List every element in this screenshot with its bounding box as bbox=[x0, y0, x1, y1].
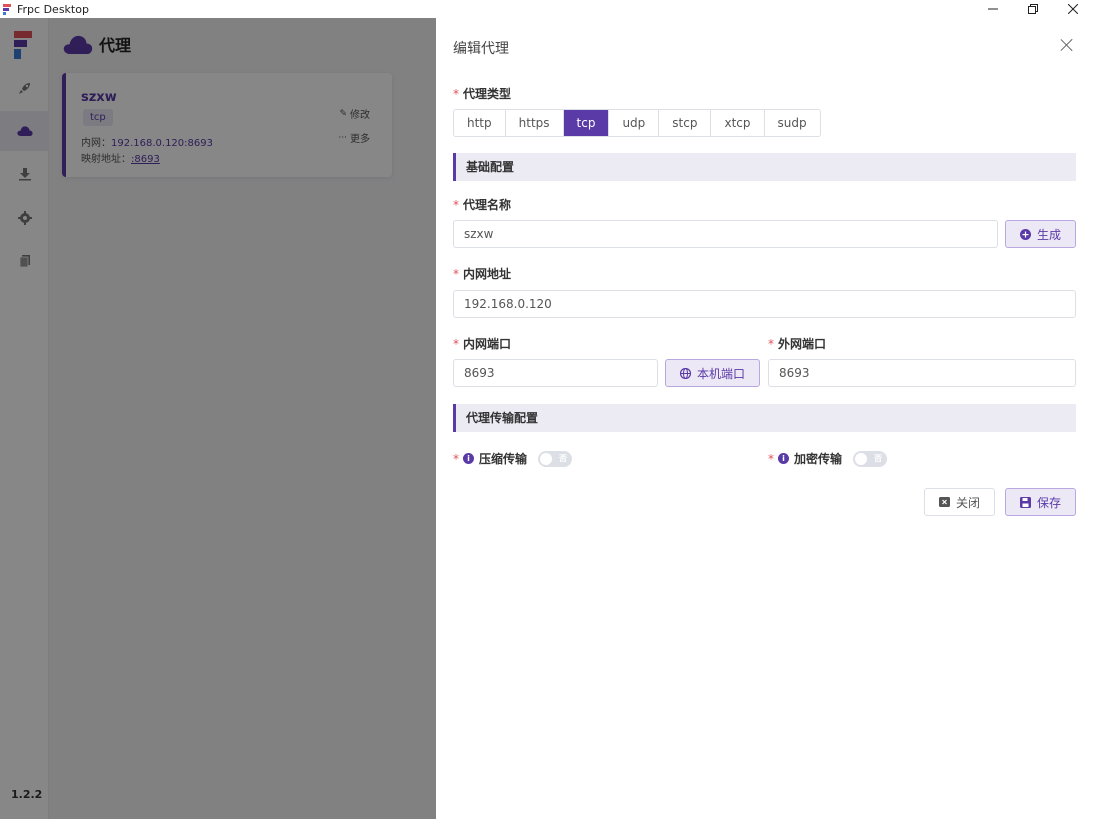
local-port-button[interactable]: 本机端口 bbox=[665, 359, 760, 387]
encrypt-row: * i 加密传输 否 bbox=[768, 450, 888, 467]
info-icon: i bbox=[463, 453, 474, 464]
proxy-name-label-text: 代理名称 bbox=[463, 198, 512, 212]
plus-circle-icon bbox=[1019, 228, 1031, 240]
remote-port-label-text: 外网端口 bbox=[778, 337, 827, 351]
close-button[interactable]: 关闭 bbox=[924, 488, 995, 516]
required-mark: * bbox=[453, 198, 459, 212]
type-option-xtcp[interactable]: xtcp bbox=[711, 110, 765, 136]
minimize-icon[interactable] bbox=[973, 0, 1013, 18]
local-port-button-label: 本机端口 bbox=[696, 366, 745, 381]
type-option-sudp[interactable]: sudp bbox=[764, 110, 820, 136]
section-transport-config: 代理传输配置 bbox=[453, 404, 1076, 432]
local-ip-label: * 内网地址 bbox=[453, 265, 511, 282]
edit-proxy-drawer: 编辑代理 * 代理类型 http https tcp udp stcp xtcp … bbox=[436, 18, 1093, 819]
remote-port-input[interactable]: 8693 bbox=[768, 359, 1076, 387]
close-box-icon bbox=[938, 497, 950, 507]
type-option-http[interactable]: http bbox=[454, 110, 506, 136]
window-title: Frpc Desktop bbox=[17, 2, 89, 16]
modal-overlay[interactable] bbox=[0, 18, 436, 819]
type-option-https[interactable]: https bbox=[505, 110, 564, 136]
switch-knob bbox=[540, 452, 553, 465]
switch-off-text: 否 bbox=[874, 453, 883, 463]
local-port-input[interactable]: 8693 bbox=[453, 359, 658, 387]
type-option-stcp[interactable]: stcp bbox=[659, 110, 712, 136]
compress-row: * i 压缩传输 否 bbox=[453, 450, 573, 467]
local-ip-label-text: 内网地址 bbox=[463, 267, 512, 281]
compress-label: 压缩传输 bbox=[479, 452, 528, 466]
required-mark: * bbox=[453, 451, 459, 466]
compress-switch[interactable]: 否 bbox=[538, 450, 573, 467]
drawer-title: 编辑代理 bbox=[453, 41, 509, 57]
encrypt-label: 加密传输 bbox=[794, 452, 843, 466]
section-basic-config: 基础配置 bbox=[453, 153, 1076, 181]
generate-label: 生成 bbox=[1036, 227, 1061, 242]
type-option-tcp[interactable]: tcp bbox=[563, 110, 610, 136]
close-button-label: 关闭 bbox=[955, 495, 980, 510]
globe-icon bbox=[679, 367, 691, 379]
switch-knob bbox=[855, 452, 868, 465]
remote-port-label: * 外网端口 bbox=[768, 335, 826, 352]
info-icon: i bbox=[778, 453, 789, 464]
proxy-type-label-text: 代理类型 bbox=[463, 87, 512, 101]
local-ip-input[interactable]: 192.168.0.120 bbox=[453, 290, 1076, 318]
required-mark: * bbox=[453, 337, 459, 351]
window-controls bbox=[973, 0, 1093, 18]
local-port-label-text: 内网端口 bbox=[463, 337, 512, 351]
generate-button[interactable]: 生成 bbox=[1005, 220, 1076, 248]
restore-icon[interactable] bbox=[1013, 0, 1053, 18]
required-mark: * bbox=[768, 451, 774, 466]
type-option-udp[interactable]: udp bbox=[609, 110, 660, 136]
required-mark: * bbox=[453, 267, 459, 281]
proxy-name-input[interactable]: szxw bbox=[453, 220, 998, 248]
app-logo-icon bbox=[2, 3, 13, 15]
required-mark: * bbox=[453, 87, 459, 101]
title-bar: Frpc Desktop bbox=[0, 0, 1093, 18]
close-icon[interactable] bbox=[1059, 37, 1075, 53]
save-button[interactable]: 保存 bbox=[1005, 488, 1076, 516]
proxy-name-label: * 代理名称 bbox=[453, 196, 511, 213]
save-icon bbox=[1019, 496, 1031, 508]
encrypt-switch[interactable]: 否 bbox=[853, 450, 888, 467]
local-port-label: * 内网端口 bbox=[453, 335, 511, 352]
save-button-label: 保存 bbox=[1036, 495, 1061, 510]
proxy-type-selector: http https tcp udp stcp xtcp sudp bbox=[453, 109, 821, 137]
proxy-type-label: * 代理类型 bbox=[453, 85, 511, 102]
switch-off-text: 否 bbox=[559, 453, 568, 463]
close-window-icon[interactable] bbox=[1053, 0, 1093, 18]
required-mark: * bbox=[768, 337, 774, 351]
